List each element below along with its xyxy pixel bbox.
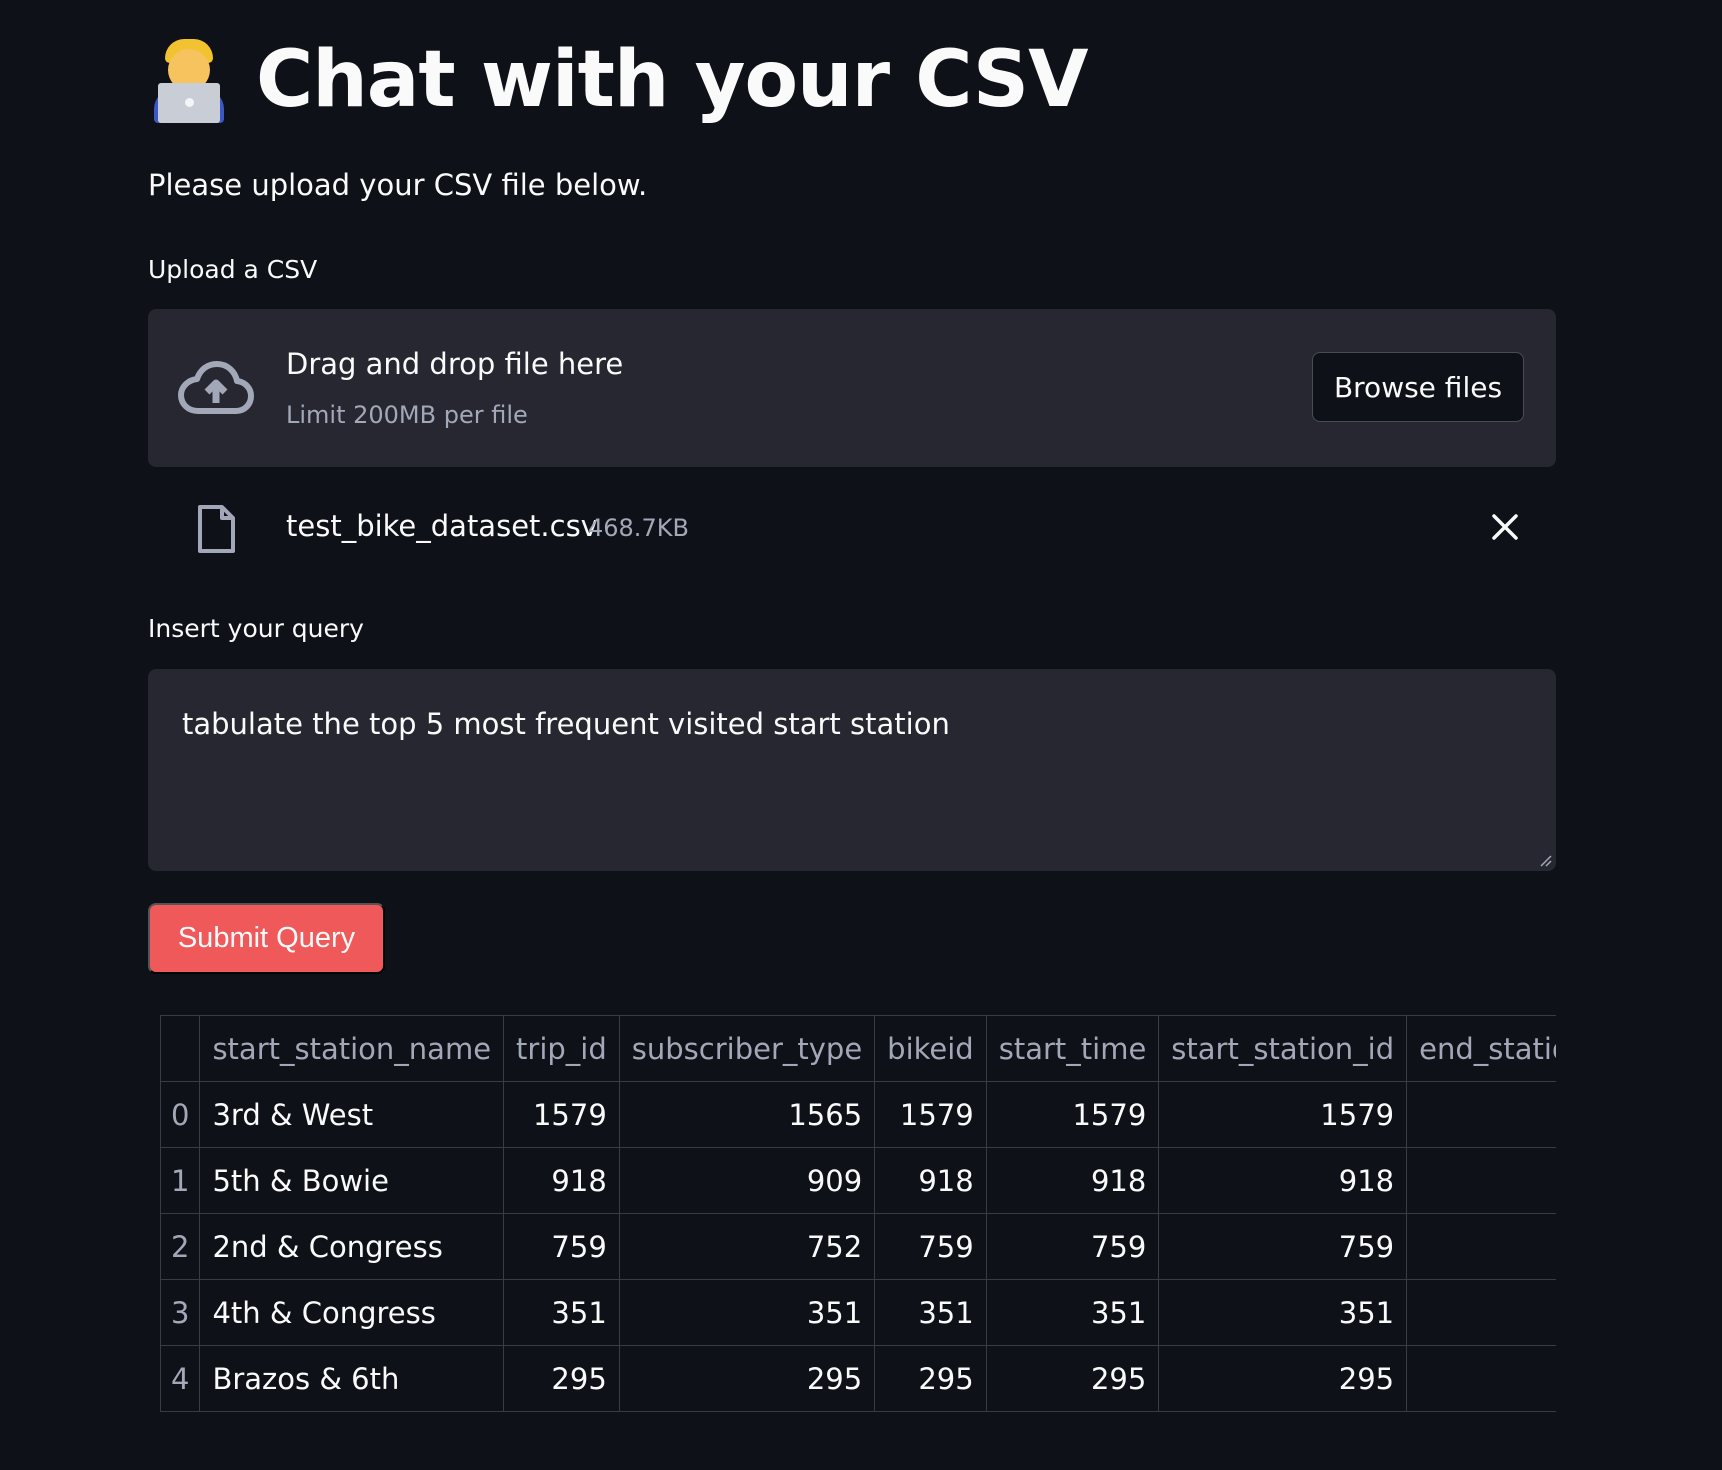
results-table[interactable]: start_station_name trip_id subscriber_ty…: [160, 1015, 1556, 1412]
query-label: Insert your query: [148, 614, 364, 643]
table-cell[interactable]: 341: [1406, 1279, 1556, 1346]
column-header[interactable]: start_station_name: [199, 1015, 505, 1082]
table-cell[interactable]: 295: [985, 1345, 1160, 1412]
intro-text: Please upload your CSV file below.: [148, 168, 648, 202]
table-row: 0 3rd & West 1579 1565 1579 1579 1579 15…: [160, 1081, 1556, 1148]
table-row: 1 5th & Bowie 918 909 918 918 918 917: [160, 1147, 1556, 1214]
row-index: 4: [160, 1345, 201, 1412]
table-cell[interactable]: 292: [1406, 1345, 1556, 1412]
table-header-row: start_station_name trip_id subscriber_ty…: [160, 1015, 1556, 1082]
table-cell[interactable]: 757: [1406, 1213, 1556, 1280]
browse-files-button[interactable]: Browse files: [1312, 352, 1524, 422]
table-cell[interactable]: 759: [874, 1213, 987, 1280]
table-cell[interactable]: 759: [985, 1213, 1160, 1280]
technologist-emoji-icon: [148, 37, 230, 123]
table-cell[interactable]: 295: [874, 1345, 987, 1412]
table-cell[interactable]: 4th & Congress: [199, 1279, 505, 1346]
table-row: 2 2nd & Congress 759 752 759 759 759 757: [160, 1213, 1556, 1280]
table-cell[interactable]: 295: [1158, 1345, 1408, 1412]
row-index: 1: [160, 1147, 201, 1214]
page-header: Chat with your CSV: [148, 34, 1088, 126]
table-row: 4 Brazos & 6th 295 295 295 295 295 292: [160, 1345, 1556, 1412]
column-header[interactable]: end_station_id: [1406, 1015, 1556, 1082]
table-cell[interactable]: 351: [874, 1279, 987, 1346]
table-cell[interactable]: 909: [618, 1147, 876, 1214]
table-cell[interactable]: 918: [1158, 1147, 1408, 1214]
cloud-upload-icon: [178, 361, 254, 414]
row-index: 2: [160, 1213, 201, 1280]
table-cell[interactable]: 918: [874, 1147, 987, 1214]
table-row: 3 4th & Congress 351 351 351 351 351 341: [160, 1279, 1556, 1346]
table-cell[interactable]: 1579: [985, 1081, 1160, 1148]
column-header[interactable]: subscriber_type: [618, 1015, 876, 1082]
table-cell[interactable]: 918: [985, 1147, 1160, 1214]
upload-label: Upload a CSV: [148, 255, 318, 284]
query-text-value: tabulate the top 5 most frequent visited…: [182, 707, 950, 741]
column-header[interactable]: start_time: [985, 1015, 1160, 1082]
table-cell[interactable]: 1579: [874, 1081, 987, 1148]
table-cell[interactable]: 917: [1406, 1147, 1556, 1214]
table-cell[interactable]: 1565: [618, 1081, 876, 1148]
file-icon: [198, 505, 235, 553]
results-dataframe: start_station_name trip_id subscriber_ty…: [160, 1015, 1556, 1412]
table-cell[interactable]: 295: [503, 1345, 620, 1412]
uploaded-file: test_bike_dataset.csv 468.7KB: [148, 498, 1556, 558]
column-header[interactable]: trip_id: [503, 1015, 620, 1082]
file-dropzone[interactable]: Drag and drop file here Limit 200MB per …: [148, 309, 1556, 467]
table-cell[interactable]: 295: [618, 1345, 876, 1412]
table-cell[interactable]: 351: [503, 1279, 620, 1346]
dropzone-limit: Limit 200MB per file: [286, 401, 528, 429]
dropzone-instruction: Drag and drop file here: [286, 347, 624, 381]
table-cell[interactable]: 1579: [503, 1081, 620, 1148]
table-cell[interactable]: 351: [618, 1279, 876, 1346]
row-index: 3: [160, 1279, 201, 1346]
table-cell[interactable]: 3rd & West: [199, 1081, 505, 1148]
table-cell[interactable]: 351: [985, 1279, 1160, 1346]
table-cell[interactable]: 351: [1158, 1279, 1408, 1346]
table-cell[interactable]: 2nd & Congress: [199, 1213, 505, 1280]
table-cell[interactable]: 752: [618, 1213, 876, 1280]
column-header[interactable]: start_station_id: [1158, 1015, 1408, 1082]
table-cell[interactable]: 1579: [1158, 1081, 1408, 1148]
query-textarea[interactable]: tabulate the top 5 most frequent visited…: [148, 669, 1556, 871]
file-size: 468.7KB: [588, 514, 689, 542]
table-cell[interactable]: 1579: [1406, 1081, 1556, 1148]
column-header-index[interactable]: [160, 1015, 201, 1082]
submit-query-button[interactable]: Submit Query: [148, 903, 385, 974]
column-header[interactable]: bikeid: [874, 1015, 987, 1082]
resize-handle-icon[interactable]: [1538, 853, 1552, 867]
table-cell[interactable]: Brazos & 6th: [199, 1345, 505, 1412]
page-title: Chat with your CSV: [256, 35, 1088, 125]
table-cell[interactable]: 5th & Bowie: [199, 1147, 505, 1214]
file-name: test_bike_dataset.csv: [286, 509, 598, 543]
row-index: 0: [160, 1081, 201, 1148]
table-cell[interactable]: 918: [503, 1147, 620, 1214]
table-cell[interactable]: 759: [1158, 1213, 1408, 1280]
close-icon[interactable]: [1488, 510, 1522, 544]
table-cell[interactable]: 759: [503, 1213, 620, 1280]
